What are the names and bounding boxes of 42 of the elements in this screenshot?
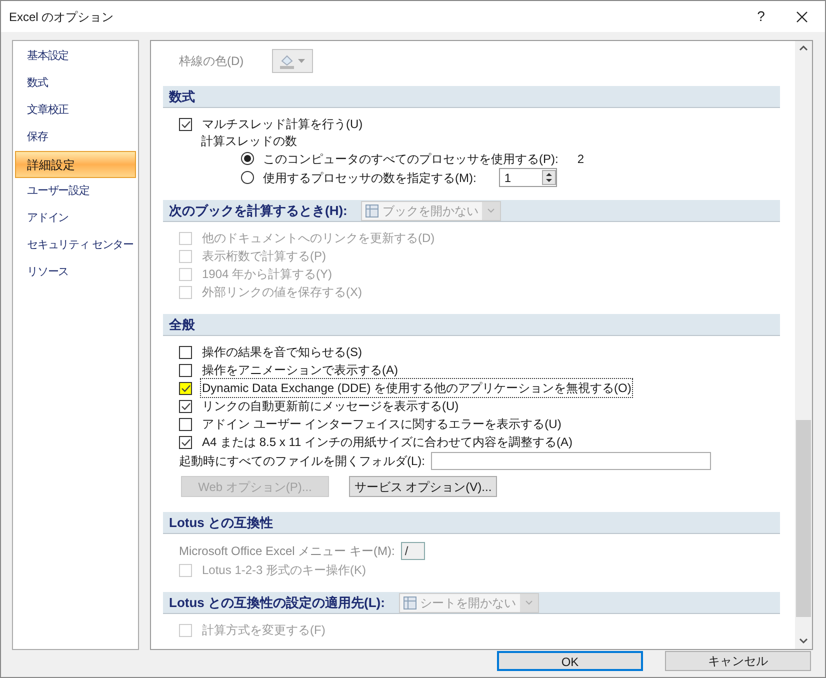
section-title: 数式 <box>169 88 195 106</box>
dialog-button[interactable]: キャンセル <box>665 651 811 671</box>
section-title: Lotus との互換性の設定の適用先(L): <box>169 594 385 612</box>
sidebar-item[interactable]: セキュリティ センター <box>15 232 136 259</box>
checkbox-label: 外部リンクの値を保存する(X) <box>201 284 363 301</box>
field-label: Microsoft Office Excel メニュー キー(M): <box>179 543 395 560</box>
option-button[interactable]: サービス オプション(V)... <box>349 476 497 497</box>
dialog-button[interactable]: OK <box>497 651 643 671</box>
checkbox-label: Dynamic Data Exchange (DDE) を使用する他のアプリケーションを無視する(O) <box>201 379 632 397</box>
radio-label: 使用するプロセッサの数を指定する(M): <box>263 170 476 186</box>
field-label: 計算スレッドの数 <box>201 133 297 150</box>
window-title: Excel のオプション <box>9 8 114 26</box>
checkbox-label: リンクの自動更新前にメッセージを表示する(U) <box>201 398 460 415</box>
checkbox-label: Lotus 1-2-3 形式のキー操作(K) <box>201 562 368 579</box>
sidebar-item[interactable]: 詳細設定 <box>15 151 136 178</box>
processor-count: 2 <box>577 150 584 168</box>
field-label: 起動時にすべてのファイルを開くフォルダ(L): <box>179 452 425 470</box>
checkbox-label: アドイン ユーザー インターフェイスに関するエラーを表示する(U) <box>201 416 562 433</box>
section-title: 全般 <box>169 316 195 334</box>
checkbox-label: マルチスレッド計算を行う(U) <box>201 116 364 133</box>
checkbox-label: 表示桁数で計算する(P) <box>201 248 327 265</box>
checkbox-label: 操作の結果を音で知らせる(S) <box>201 344 363 361</box>
sidebar-item[interactable]: 保存 <box>15 124 136 151</box>
field-label: 枠線の色(D) <box>179 53 244 70</box>
spin-field[interactable]: 1 <box>499 168 558 187</box>
section-title: 次のブックを計算するとき(H): <box>169 202 348 220</box>
dropdown-value: シートを開かない <box>420 594 517 612</box>
help-button[interactable]: ? <box>738 6 784 27</box>
sidebar-item[interactable]: リソース <box>15 259 136 286</box>
sidebar-item[interactable]: アドイン <box>15 205 136 232</box>
section-title: Lotus との互換性 <box>169 514 273 532</box>
checkbox-label: 他のドキュメントへのリンクを更新する(D) <box>201 230 436 247</box>
checkbox-label: 操作をアニメーションで表示する(A) <box>201 362 399 379</box>
sidebar-item[interactable]: 基本設定 <box>15 43 136 70</box>
checkbox-label: 1904 年から計算する(Y) <box>201 266 334 283</box>
sidebar-item[interactable]: ユーザー設定 <box>15 178 136 205</box>
checkbox-label: A4 または 8.5 x 11 インチの用紙サイズに合わせて内容を調整する(A) <box>201 434 574 451</box>
dropdown-value: ブックを開かない <box>382 202 480 220</box>
sidebar-item[interactable]: 数式 <box>15 70 136 97</box>
radio-label: このコンピュータのすべてのプロセッサを使用する(P): <box>263 150 558 168</box>
sidebar-item[interactable]: 文章校正 <box>15 97 136 124</box>
checkbox-label: 計算方式を変更する(F) <box>201 622 326 639</box>
